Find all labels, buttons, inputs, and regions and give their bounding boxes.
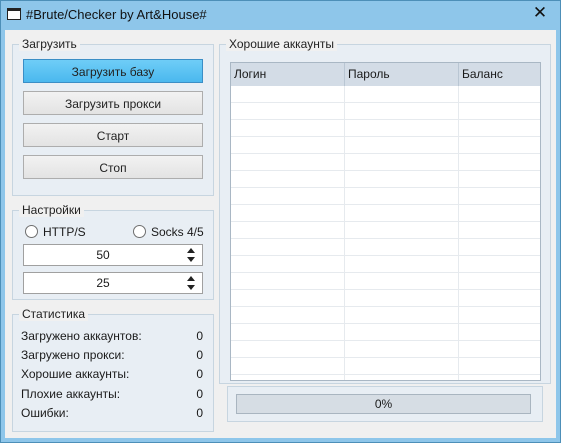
stats-group-legend: Статистика bbox=[19, 307, 89, 321]
table-row bbox=[231, 273, 540, 290]
radio-circle-icon[interactable] bbox=[133, 225, 146, 238]
timeout-value[interactable]: 25 bbox=[24, 276, 182, 290]
window-title: #Brute/Checker by Art&House# bbox=[26, 7, 207, 22]
client-area: Загрузить Загрузить базу Загрузить прокс… bbox=[5, 30, 556, 438]
arrow-down-icon[interactable] bbox=[187, 285, 195, 290]
progress-group: 0% bbox=[227, 386, 543, 422]
load-database-button[interactable]: Загрузить базу bbox=[23, 59, 203, 83]
load-proxy-button[interactable]: Загрузить прокси bbox=[23, 91, 203, 115]
radio-http-label[interactable]: HTTP/S bbox=[43, 225, 86, 239]
app-window: #Brute/Checker by Art&House# ✕ Загрузить… bbox=[0, 0, 561, 443]
table-row bbox=[231, 341, 540, 358]
stop-button[interactable]: Стоп bbox=[23, 155, 203, 179]
radio-circle-icon[interactable] bbox=[25, 225, 38, 238]
title-bar[interactable]: #Brute/Checker by Art&House# ✕ bbox=[1, 1, 560, 30]
arrow-down-icon[interactable] bbox=[187, 257, 195, 262]
stat-loaded-accounts: Загружено аккаунтов: 0 bbox=[21, 329, 203, 347]
stat-value: 0 bbox=[196, 387, 203, 401]
radio-socks-label[interactable]: Socks 4/5 bbox=[151, 225, 204, 239]
stat-value: 0 bbox=[196, 367, 203, 381]
accounts-group: Хорошие аккаунты Логин Пароль Баланс bbox=[219, 37, 551, 384]
column-header-login[interactable]: Логин bbox=[231, 63, 345, 86]
table-row bbox=[231, 205, 540, 222]
close-button[interactable]: ✕ bbox=[523, 1, 557, 23]
stat-label: Загружено прокси: bbox=[21, 348, 125, 362]
stat-value: 0 bbox=[196, 348, 203, 362]
timeout-stepper[interactable]: 25 bbox=[23, 272, 203, 294]
proxy-type-row: HTTP/S Socks 4/5 bbox=[23, 225, 204, 241]
table-row bbox=[231, 256, 540, 273]
table-row bbox=[231, 103, 540, 120]
stat-errors: Ошибки: 0 bbox=[21, 406, 203, 424]
stats-group: Статистика Загружено аккаунтов: 0 Загруж… bbox=[12, 307, 214, 432]
stat-good-accounts: Хорошие аккаунты: 0 bbox=[21, 367, 203, 385]
load-group: Загрузить Загрузить базу Загрузить прокс… bbox=[12, 37, 214, 196]
threads-value[interactable]: 50 bbox=[24, 248, 182, 262]
table-header: Логин Пароль Баланс bbox=[231, 63, 540, 86]
progress-text: 0% bbox=[374, 397, 393, 411]
window-icon bbox=[7, 8, 21, 20]
progress-bar: 0% bbox=[236, 394, 531, 414]
column-header-password[interactable]: Пароль bbox=[345, 63, 459, 86]
stat-label: Загружено аккаунтов: bbox=[21, 329, 142, 343]
spin-arrows[interactable] bbox=[186, 248, 196, 262]
table-row bbox=[231, 154, 540, 171]
stat-label: Ошибки: bbox=[21, 406, 69, 420]
table-row bbox=[231, 222, 540, 239]
table-row bbox=[231, 358, 540, 375]
table-body[interactable] bbox=[231, 86, 540, 380]
start-button[interactable]: Старт bbox=[23, 123, 203, 147]
settings-group-legend: Настройки bbox=[19, 203, 84, 217]
stat-value: 0 bbox=[196, 406, 203, 420]
accounts-group-legend: Хорошие аккаунты bbox=[226, 37, 337, 51]
table-row bbox=[231, 188, 540, 205]
table-row bbox=[231, 120, 540, 137]
accounts-table[interactable]: Логин Пароль Баланс bbox=[230, 62, 541, 381]
table-row bbox=[231, 171, 540, 188]
arrow-up-icon[interactable] bbox=[187, 248, 195, 253]
table-row bbox=[231, 239, 540, 256]
column-header-balance[interactable]: Баланс bbox=[459, 63, 540, 86]
table-row bbox=[231, 307, 540, 324]
settings-group: Настройки HTTP/S Socks 4/5 50 25 bbox=[12, 203, 214, 300]
stat-bad-accounts: Плохие аккаунты: 0 bbox=[21, 387, 203, 405]
load-group-legend: Загрузить bbox=[19, 37, 80, 51]
stat-value: 0 bbox=[196, 329, 203, 343]
threads-stepper[interactable]: 50 bbox=[23, 244, 203, 266]
stat-loaded-proxies: Загружено прокси: 0 bbox=[21, 348, 203, 366]
arrow-up-icon[interactable] bbox=[187, 276, 195, 281]
table-row bbox=[231, 324, 540, 341]
stat-label: Плохие аккаунты: bbox=[21, 387, 121, 401]
table-row bbox=[231, 290, 540, 307]
stat-label: Хорошие аккаунты: bbox=[21, 367, 130, 381]
spin-arrows[interactable] bbox=[186, 276, 196, 290]
table-row bbox=[231, 86, 540, 103]
table-row bbox=[231, 137, 540, 154]
